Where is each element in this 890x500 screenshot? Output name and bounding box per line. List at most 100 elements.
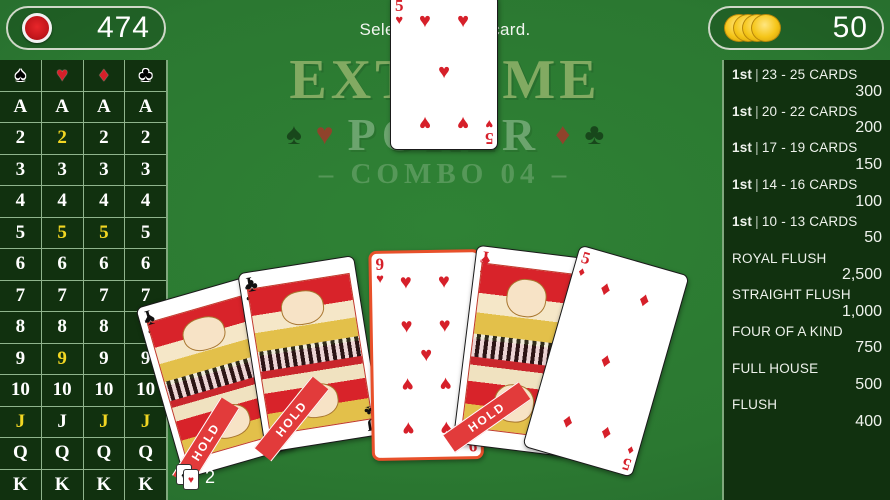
grid-cell-5-clubs: 5 xyxy=(140,221,151,243)
grid-cell-q-diamonds: Q xyxy=(84,438,126,469)
paytable-row: 1st | 17 - 19 CARDS 150 xyxy=(732,140,882,174)
paytable-row: STRAIGHT FLUSH 1,000 xyxy=(732,287,882,321)
paytable-desc: FULL HOUSE xyxy=(732,360,819,376)
paytable-separator: | xyxy=(755,67,759,82)
paytable-separator: | xyxy=(755,140,759,156)
face-band xyxy=(246,331,373,377)
grid-cell-3-spades: 3 xyxy=(0,154,42,185)
paytable-rank: 1st xyxy=(732,67,753,82)
grid-cell-9-hearts: 9 xyxy=(42,343,84,374)
grid-header-row: ♠ ♥ ♦ ♣ xyxy=(0,60,166,92)
paytable-amount: 1,000 xyxy=(841,302,882,320)
paytable-label: 1st | 10 - 13 CARDS xyxy=(732,214,882,230)
grid-cell-7-diamonds: 7 xyxy=(84,280,126,311)
heart-icon: ♥ xyxy=(315,118,334,151)
grid-cell-5-diamonds: 5 xyxy=(84,217,126,248)
grid-cell-5-hearts: 5 xyxy=(42,217,84,248)
paytable-rank: 1st xyxy=(732,213,753,229)
paytable-desc: 14 - 16 CARDS xyxy=(761,177,858,193)
grid-header-clubs: ♣ xyxy=(139,63,153,86)
grid-header-diamonds: ♦ xyxy=(84,60,126,91)
grid-cell-2-spades: 2 xyxy=(0,123,42,154)
grid-row-10: 10 10 10 10 xyxy=(0,375,166,407)
paytable-separator: | xyxy=(755,103,759,119)
paytable-amount: 500 xyxy=(855,376,882,394)
paytable-desc: 17 - 19 CARDS xyxy=(761,140,858,156)
grid-row-6: 6666 xyxy=(0,249,166,281)
paytable-separator: | xyxy=(755,213,759,229)
paytable-label: STRAIGHT FLUSH xyxy=(732,287,882,303)
paytable-label: ROYAL FLUSH xyxy=(732,251,882,267)
grid-cell-4-hearts: 4 xyxy=(42,186,84,217)
grid-cell-q-hearts: Q xyxy=(42,438,84,469)
grid-cell-a-clubs: A xyxy=(138,95,153,117)
paytable-row: 1st | 10 - 13 CARDS 50 xyxy=(732,214,882,248)
grid-cell-9-spades: 9 xyxy=(0,343,42,374)
drawn-card[interactable]: 5 ♥ ♥ ♥ ♥ ♥ ♥ 5 ♥ xyxy=(390,0,498,150)
grid-cell-6-clubs: 6 xyxy=(140,253,151,275)
grid-cell-k-spades: K xyxy=(0,469,42,500)
grid-cell-3-diamonds: 3 xyxy=(84,154,126,185)
hand-card-1-face-suit: ♠ xyxy=(142,307,158,331)
grid-cell-q-spades: Q xyxy=(0,438,42,469)
grid-cell-3-hearts: 3 xyxy=(42,154,84,185)
grid-row-3: 3333 xyxy=(0,154,166,186)
paytable-row: FOUR OF A KIND 750 xyxy=(732,324,882,358)
deck-counter-value: 2 xyxy=(205,466,216,487)
paytable-desc: 10 - 13 CARDS xyxy=(761,213,858,229)
paytable-label: 1st | 23 - 25 CARDS xyxy=(732,67,882,83)
paytable-rank: 1st xyxy=(732,103,753,119)
grid-cell-6-spades: 6 xyxy=(0,249,42,280)
grid-cell-q-clubs: Q xyxy=(138,442,154,464)
hand-card-2-face-suit: ♣ xyxy=(243,274,260,298)
grid-cell-10-spades: 10 xyxy=(0,375,42,406)
grid-cell-8-diamonds: 8 xyxy=(84,312,126,343)
grid-cell-7-spades: 7 xyxy=(0,280,42,311)
paytable-rank: 1st xyxy=(732,177,753,193)
paytable-amount: 50 xyxy=(864,229,882,247)
paytable-amount: 200 xyxy=(855,119,882,137)
grid-cell-6-diamonds: 6 xyxy=(84,249,126,280)
paytable-separator: | xyxy=(755,177,759,193)
grid-cell-3-clubs: 3 xyxy=(140,158,151,180)
grid-header-spades: ♠ xyxy=(0,60,42,91)
paytable-desc: 20 - 22 CARDS xyxy=(761,103,858,119)
paytable-row: 1st | 20 - 22 CARDS 200 xyxy=(732,104,882,138)
paytable-amount: 2,500 xyxy=(841,266,882,284)
grid-row-k: KKKK xyxy=(0,469,166,500)
paytable-amount: 750 xyxy=(855,339,882,357)
spade-icon: ♠ xyxy=(285,118,302,151)
grid-cell-j-clubs: J xyxy=(140,410,151,432)
paytable-row: 1st | 14 - 16 CARDS 100 xyxy=(732,177,882,211)
grid-cell-k-hearts: K xyxy=(42,469,84,500)
grid-cell-7-hearts: 7 xyxy=(42,280,84,311)
paytable-desc: FLUSH xyxy=(732,397,778,413)
grid-header-hearts: ♥ xyxy=(42,60,84,91)
grid-cell-10-hearts: 10 xyxy=(42,375,84,406)
club-icon: ♣ xyxy=(584,118,605,151)
grid-cell-a-diamonds: A xyxy=(84,91,126,122)
grid-cell-k-diamonds: K xyxy=(84,469,126,500)
grid-cell-j-spades: J xyxy=(0,406,42,437)
paytable-label: 1st | 17 - 19 CARDS xyxy=(732,140,882,156)
grid-cell-9-diamonds: 9 xyxy=(84,343,126,374)
drawn-card-pips: ♥ ♥ ♥ ♥ ♥ xyxy=(418,10,470,134)
paytable-amount: 100 xyxy=(855,192,882,210)
grid-cell-2-clubs: 2 xyxy=(140,127,151,149)
game-stage: EXTREME ♠ ♥ POKER ♦ ♣ – COMBO 04 – 474 5… xyxy=(0,0,890,500)
paytable-amount: 150 xyxy=(855,155,882,173)
card-stack-icon: ♠ ♥ xyxy=(176,464,200,490)
grid-row-4: 4444 xyxy=(0,186,166,218)
paytable-desc: ROYAL FLUSH xyxy=(732,250,827,266)
grid-cell-4-diamonds: 4 xyxy=(84,186,126,217)
paytable-panel: 1st | 23 - 25 CARDS 300 1st | 20 - 22 CARDS 200… xyxy=(722,60,890,500)
deck-counter: ♠ ♥ 2 xyxy=(176,464,215,490)
paytable-amount: 300 xyxy=(855,82,882,100)
grid-cell-5-spades: 5 xyxy=(0,217,42,248)
paytable-label: FOUR OF A KIND xyxy=(732,324,882,340)
grid-cell-4-spades: 4 xyxy=(0,186,42,217)
paytable-row: ROYAL FLUSH 2,500 xyxy=(732,251,882,285)
paytable-desc: STRAIGHT FLUSH xyxy=(732,287,851,303)
grid-cell-2-diamonds: 2 xyxy=(84,123,126,154)
paytable-label: FLUSH xyxy=(732,397,882,413)
